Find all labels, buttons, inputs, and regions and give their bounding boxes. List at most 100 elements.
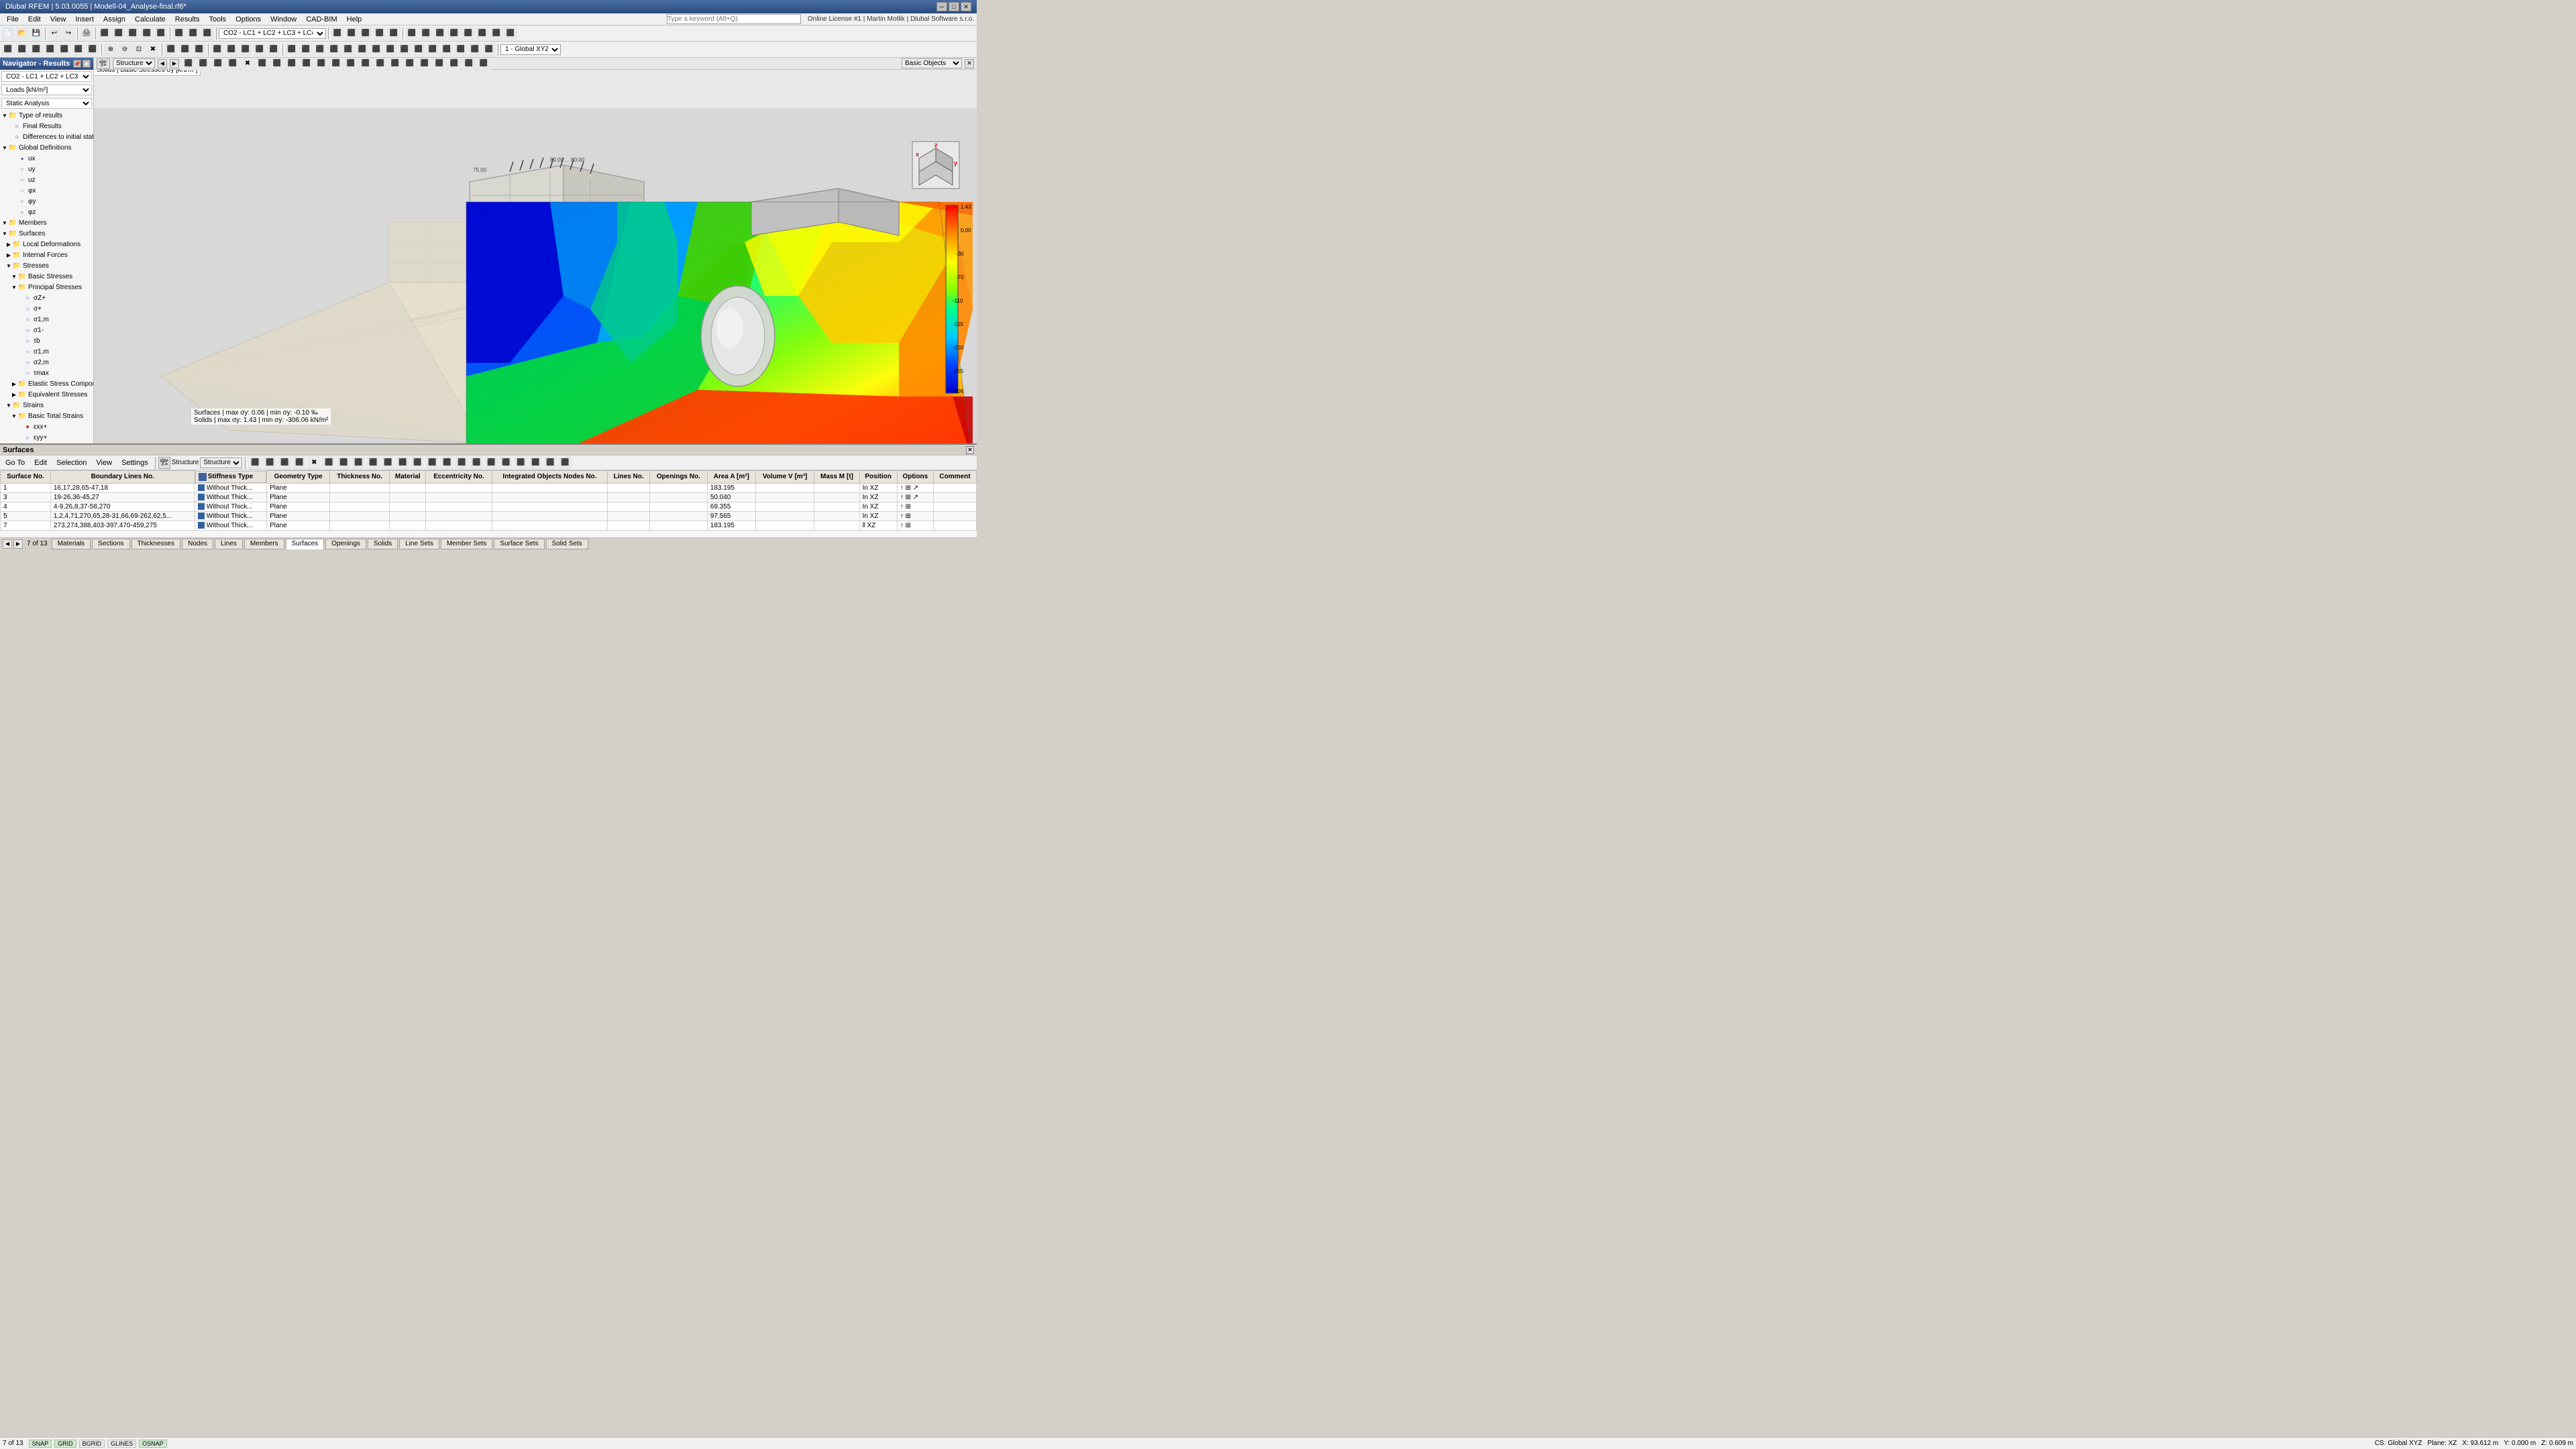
toggle-int-forces[interactable]: ▶: [5, 252, 12, 258]
goto-menu[interactable]: Go To: [1, 458, 29, 468]
tree-internal-forces[interactable]: ▶ 📁 Internal Forces: [0, 250, 93, 260]
tree-basic-total-strains[interactable]: ▼ 📁 Basic Total Strains: [0, 411, 93, 421]
tree-s1-[interactable]: ○ σ1-: [0, 325, 93, 335]
tree-members[interactable]: ▼ 📁 Members: [0, 217, 93, 228]
toggle-members[interactable]: ▼: [1, 219, 8, 226]
selection-menu[interactable]: Selection: [52, 458, 91, 468]
vp-tb13[interactable]: ⬛: [359, 58, 372, 70]
view-btn31[interactable]: ⬛: [440, 43, 453, 56]
tree-elastic-stress[interactable]: ▶ 📁 Elastic Stress Components: [0, 378, 93, 389]
tab-prev[interactable]: ◀: [3, 539, 12, 549]
panel-btn2[interactable]: ⬛: [263, 456, 276, 470]
tb7[interactable]: ⬛: [186, 27, 200, 40]
vp-tb21[interactable]: ⬛: [477, 58, 490, 70]
tree-final-results[interactable]: ○ Final Results: [0, 121, 93, 131]
settings-menu[interactable]: Settings: [117, 458, 152, 468]
tab-member-sets[interactable]: Member Sets: [441, 539, 492, 549]
view-btn3[interactable]: ⬛: [30, 43, 43, 56]
glines-btn[interactable]: GLINES: [107, 1440, 136, 1448]
tree-phix[interactable]: ○ φx: [0, 185, 93, 196]
view-btn8[interactable]: ⊕: [104, 43, 117, 56]
panel-struct-icon[interactable]: 🏗: [158, 457, 170, 469]
view-btn27[interactable]: ⬛: [384, 43, 397, 56]
view-btn11[interactable]: ✖: [146, 43, 160, 56]
tab-openings[interactable]: Openings: [325, 539, 366, 549]
tab-thicknesses[interactable]: Thicknesses: [131, 539, 181, 549]
tree-tmax[interactable]: ○ τmax: [0, 368, 93, 378]
menu-file[interactable]: File: [3, 15, 23, 24]
tree-principal-stresses[interactable]: ▼ 📁 Principal Stresses: [0, 282, 93, 292]
tb11[interactable]: ⬛: [359, 27, 372, 40]
save-btn[interactable]: 💾: [30, 27, 43, 40]
tb4[interactable]: ⬛: [140, 27, 154, 40]
view-btn34[interactable]: ⬛: [482, 43, 496, 56]
menu-window[interactable]: Window: [266, 15, 301, 24]
toggle-stresses[interactable]: ▼: [5, 262, 12, 269]
view-btn15[interactable]: ⬛: [211, 43, 224, 56]
tb8[interactable]: ⬛: [201, 27, 214, 40]
tb16[interactable]: ⬛: [433, 27, 447, 40]
view-btn10[interactable]: ⊡: [132, 43, 146, 56]
menu-edit[interactable]: Edit: [24, 15, 45, 24]
tab-solids[interactable]: Solids: [368, 539, 398, 549]
tb19[interactable]: ⬛: [476, 27, 489, 40]
bgrid-btn[interactable]: BGRID: [79, 1440, 105, 1448]
co-combo[interactable]: CO2 - LC1 + LC2 + LC3 + LC4: [219, 28, 326, 39]
vp-tb17[interactable]: ⬛: [418, 58, 431, 70]
toggle-local-def[interactable]: ▶: [5, 241, 12, 248]
osnap-btn[interactable]: OSNAP: [139, 1440, 167, 1448]
vp-tb11[interactable]: ⬛: [329, 58, 343, 70]
tab-materials[interactable]: Materials: [52, 539, 91, 549]
close-button[interactable]: ✕: [961, 2, 971, 11]
vp-tb15[interactable]: ⬛: [388, 58, 402, 70]
toggle-surfaces[interactable]: ▼: [1, 230, 8, 237]
edit-menu[interactable]: Edit: [30, 458, 51, 468]
panel-btn21[interactable]: ⬛: [543, 456, 557, 470]
view-btn9[interactable]: ⊖: [118, 43, 131, 56]
redo-btn[interactable]: ↪: [62, 27, 75, 40]
table-row[interactable]: 44-9,26,8,37-58,270Without Thick...Plane…: [1, 502, 977, 511]
vp-tb8[interactable]: ⬛: [285, 58, 299, 70]
table-row[interactable]: 116,17,28,65-47,18Without Thick...Plane1…: [1, 483, 977, 492]
tb21[interactable]: ⬛: [504, 27, 517, 40]
tree-phiz[interactable]: ○ φz: [0, 207, 93, 217]
grid-btn[interactable]: GRID: [54, 1440, 76, 1448]
tb17[interactable]: ⬛: [447, 27, 461, 40]
tab-next[interactable]: ▶: [13, 539, 23, 549]
view-btn24[interactable]: ⬛: [341, 43, 355, 56]
tb5[interactable]: ⬛: [154, 27, 168, 40]
tab-members[interactable]: Members: [244, 539, 284, 549]
tree-strains[interactable]: ▼ 📁 Strains: [0, 400, 93, 411]
tb9[interactable]: ⬛: [331, 27, 344, 40]
tree-s2m[interactable]: ○ σ2,m: [0, 357, 93, 368]
view-btn1[interactable]: ⬛: [1, 43, 15, 56]
panel-btn4[interactable]: ⬛: [292, 456, 306, 470]
tree-uz[interactable]: ○ uz: [0, 174, 93, 185]
menu-tools[interactable]: Tools: [205, 15, 230, 24]
view-btn22[interactable]: ⬛: [313, 43, 327, 56]
tab-lines[interactable]: Lines: [215, 539, 243, 549]
table-row[interactable]: 319-26,36-45,27Without Thick...Plane50.0…: [1, 492, 977, 502]
panel-btn8[interactable]: ⬛: [352, 456, 365, 470]
view-btn26[interactable]: ⬛: [370, 43, 383, 56]
panel-btn3[interactable]: ⬛: [278, 456, 291, 470]
view-btn14[interactable]: ⬛: [193, 43, 206, 56]
tab-line-sets[interactable]: Line Sets: [399, 539, 439, 549]
view-btn16[interactable]: ⬛: [225, 43, 238, 56]
toggle-global[interactable]: ▼: [1, 144, 8, 151]
vp-tb12[interactable]: ⬛: [344, 58, 358, 70]
nav-pin-btn[interactable]: 📌: [73, 60, 81, 68]
toggle-type-results[interactable]: ▼: [1, 112, 8, 119]
vp-tb6[interactable]: ⬛: [256, 58, 269, 70]
open-btn[interactable]: 📂: [15, 27, 29, 40]
menu-help[interactable]: Help: [343, 15, 366, 24]
tb14[interactable]: ⬛: [405, 27, 419, 40]
panel-btn19[interactable]: ⬛: [514, 456, 527, 470]
panel-btn15[interactable]: ⬛: [455, 456, 468, 470]
tb15[interactable]: ⬛: [419, 27, 433, 40]
toggle-strains[interactable]: ▼: [5, 402, 12, 409]
panel-struct-combo[interactable]: Structure: [200, 458, 242, 468]
view-btn18[interactable]: ⬛: [253, 43, 266, 56]
vp-tb19[interactable]: ⬛: [447, 58, 461, 70]
tb18[interactable]: ⬛: [462, 27, 475, 40]
